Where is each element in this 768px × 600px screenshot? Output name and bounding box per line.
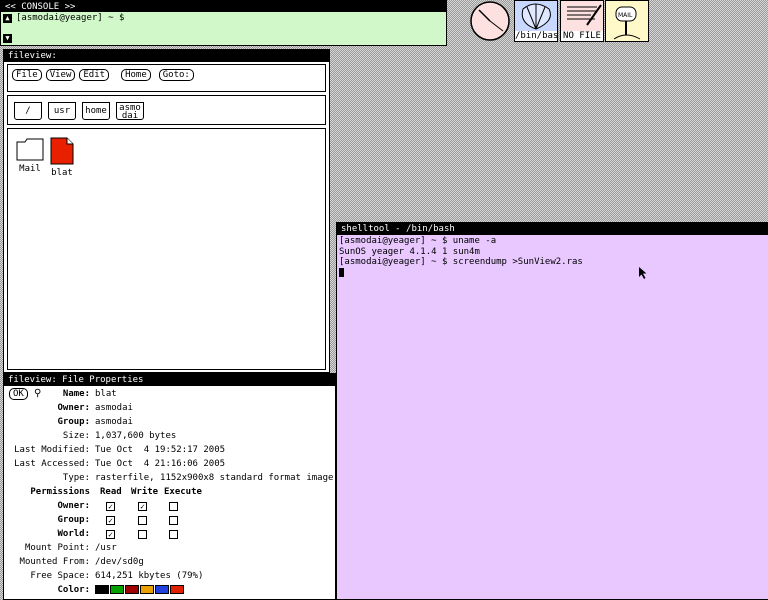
home-button[interactable]: Home: [121, 69, 151, 81]
group-execute-checkbox[interactable]: [169, 516, 178, 525]
color-swatch[interactable]: [125, 585, 139, 594]
path-root[interactable]: /: [14, 102, 42, 120]
folder-icon: [16, 138, 44, 161]
terminal-icon-label: /bin/bas: [515, 31, 559, 41]
file-area[interactable]: Mail blat: [7, 128, 326, 370]
fileview-window[interactable]: fileview: File View Edit Home Goto: / usr ho…: [3, 49, 330, 373]
owner-read-checkbox[interactable]: ✓: [106, 502, 115, 511]
owner-write-checkbox[interactable]: ✓: [138, 502, 147, 511]
file-name: blat: [51, 168, 73, 178]
console-scrollbar[interactable]: ▲ ▼: [3, 14, 12, 43]
no-file-label: NO FILE: [561, 31, 603, 41]
scroll-up-icon[interactable]: ▲: [3, 14, 12, 23]
path-home[interactable]: home: [82, 102, 110, 120]
world-read-checkbox[interactable]: ✓: [106, 530, 115, 539]
color-swatch[interactable]: [95, 585, 109, 594]
view-menu-button[interactable]: View: [45, 69, 76, 81]
permission-row-world: World: ✓: [4, 528, 337, 541]
group-read-checkbox[interactable]: ✓: [106, 516, 115, 525]
properties-title: fileview: File Properties: [4, 374, 335, 386]
console-window[interactable]: << CONSOLE >> ▲ ▼ [asmodai@yeager] ~ $: [0, 0, 447, 46]
path-asmodai[interactable]: asmo dai: [116, 102, 144, 121]
group-write-checkbox[interactable]: [138, 516, 147, 525]
terminal-line: [asmodai@yeager] ~ $ uname -a: [339, 236, 497, 246]
image-file-icon: [50, 137, 74, 165]
goto-button[interactable]: Goto:: [158, 69, 194, 81]
permission-row-group: Group: ✓: [4, 514, 337, 527]
mailbox-icon[interactable]: MAIL: [605, 0, 649, 42]
color-swatch[interactable]: [140, 585, 154, 594]
clock-icon[interactable]: [468, 0, 512, 42]
console-body[interactable]: ▲ ▼ [asmodai@yeager] ~ $: [1, 12, 446, 45]
text-cursor: [339, 267, 344, 277]
scroll-down-icon[interactable]: ▼: [3, 34, 12, 43]
path-bar: / usr home asmo dai: [7, 95, 326, 125]
color-swatch[interactable]: [110, 585, 124, 594]
no-file-icon[interactable]: NO FILE: [560, 0, 604, 42]
terminal-line: [asmodai@yeager] ~ $ screendump >SunView…: [339, 257, 583, 267]
shelltool-title: shelltool - /bin/bash: [337, 223, 768, 235]
edit-menu-button[interactable]: Edit: [79, 69, 110, 81]
console-prompt: [asmodai@yeager] ~ $: [16, 13, 125, 23]
world-write-checkbox[interactable]: [138, 530, 147, 539]
fileview-title: fileview:: [4, 50, 329, 62]
color-swatches: [95, 584, 185, 597]
world-execute-checkbox[interactable]: [169, 530, 178, 539]
mouse-pointer-icon: [639, 267, 647, 279]
owner-execute-checkbox[interactable]: [169, 502, 178, 511]
file-menu-button[interactable]: File: [12, 69, 42, 81]
color-swatch[interactable]: [170, 585, 184, 594]
shelltool-terminal[interactable]: [asmodai@yeager] ~ $ uname -a SunOS yeag…: [337, 235, 768, 599]
color-swatch[interactable]: [155, 585, 169, 594]
file-item-blat[interactable]: blat: [44, 137, 80, 178]
file-properties-window[interactable]: fileview: File Properties OK ⚲ Name: blat…: [3, 373, 336, 600]
terminal-line: SunOS yeager 4.1.4 1 sun4m: [339, 246, 480, 257]
permission-row-owner: Owner: ✓ ✓: [4, 500, 337, 513]
file-name: Mail: [19, 164, 41, 174]
terminal-icon[interactable]: /bin/bas: [514, 0, 558, 42]
svg-text:MAIL: MAIL: [618, 12, 633, 19]
path-usr[interactable]: usr: [48, 102, 76, 120]
file-item-mail[interactable]: Mail: [12, 137, 48, 174]
shelltool-window[interactable]: shelltool - /bin/bash [asmodai@yeager] ~…: [336, 222, 768, 600]
fileview-menubar: File View Edit Home Goto:: [7, 64, 326, 92]
